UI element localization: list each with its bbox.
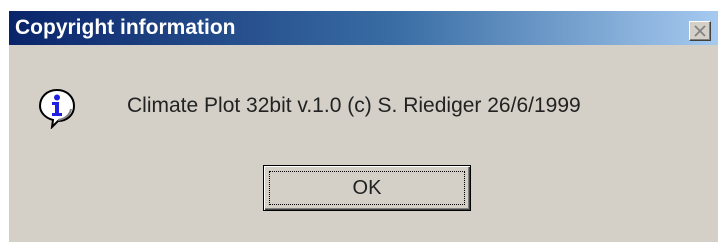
copyright-dialog: Copyright information Climate Plot 32bit… [8,10,718,242]
title-bar[interactable]: Copyright information [9,11,718,45]
ok-button[interactable]: OK [263,165,471,211]
dialog-title: Copyright information [15,16,236,39]
copyright-message: Climate Plot 32bit v.1.0 (c) S. Riediger… [127,94,581,117]
ok-button-label: OK [352,177,382,199]
close-button[interactable] [689,21,711,41]
info-icon [37,87,77,130]
